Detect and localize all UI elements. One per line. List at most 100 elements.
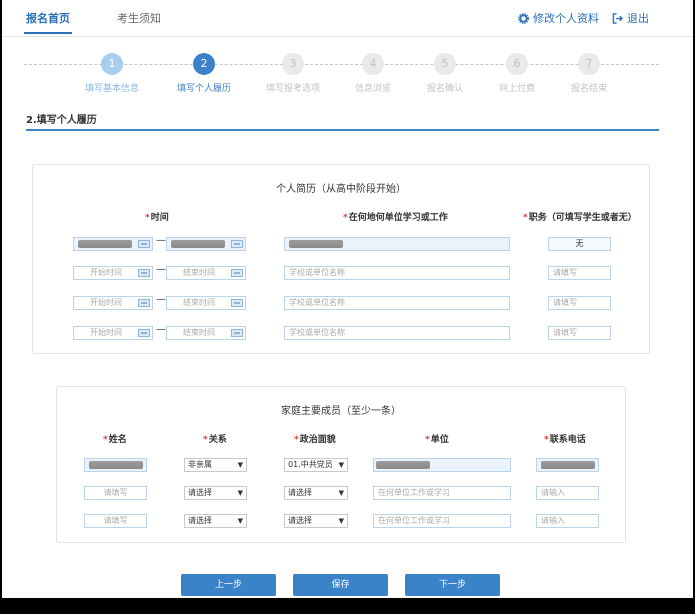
family-header-name-label: 姓名: [108, 435, 127, 445]
calendar-icon[interactable]: [138, 299, 150, 307]
dropdown-arrow-icon: ▼: [237, 517, 243, 525]
step-label: 网上付费: [498, 84, 535, 94]
dropdown-arrow-icon: ▼: [338, 461, 344, 469]
family-relation-select-1[interactable]: 非亲属 ▼: [184, 458, 247, 472]
resume-header-place-label: 在何地何单位学习或工作: [348, 213, 448, 223]
family-unit-2[interactable]: 在何单位工作或学习: [373, 486, 511, 500]
family-title: 家庭主要成员（至少一条）: [281, 406, 401, 417]
step-3: 3 填写报考选项: [253, 50, 333, 94]
family-phone-3[interactable]: 请输入: [536, 514, 599, 528]
tab-notice[interactable]: 考生须知: [117, 10, 161, 26]
logout-icon: [612, 12, 623, 24]
placeholder-text: 开始时间: [90, 298, 122, 307]
family-header-name: *姓名: [103, 435, 127, 445]
dropdown-arrow-icon: ▼: [338, 517, 344, 525]
resume-start-date-3[interactable]: 开始时间: [73, 296, 153, 310]
step-label: 填写个人履历: [176, 84, 231, 94]
redacted-value: [89, 461, 143, 469]
family-header-phone: *联系电话: [544, 435, 586, 445]
step-4: 4 信息浏览: [333, 50, 413, 94]
redacted-value: [541, 461, 595, 469]
select-value: 01.中共党员: [288, 460, 333, 469]
resume-title: 个人简历（从高中阶段开始）: [276, 184, 406, 195]
family-panel: 家庭主要成员（至少一条） *姓名 *关系 *政治面貌 *单位 *联系电话 非亲属…: [56, 386, 626, 543]
dropdown-arrow-icon: ▼: [237, 489, 243, 497]
resume-start-date-2[interactable]: 开始时间: [73, 266, 153, 280]
family-unit-1[interactable]: [373, 458, 511, 472]
resume-place-4[interactable]: 学校或单位名称: [284, 326, 510, 340]
family-name-1[interactable]: [84, 458, 147, 472]
family-phone-1[interactable]: [536, 458, 599, 472]
prev-step-button[interactable]: 上一步: [181, 574, 276, 596]
resume-end-date-4[interactable]: 结束时间: [166, 326, 246, 340]
dropdown-arrow-icon: ▼: [237, 461, 243, 469]
calendar-icon[interactable]: [231, 329, 243, 337]
step-circle: 3: [282, 53, 304, 75]
family-political-select-3[interactable]: 请选择 ▼: [284, 514, 348, 528]
redacted-value: [289, 240, 343, 248]
resume-end-date-1[interactable]: [166, 237, 246, 251]
date-separator: —: [156, 324, 166, 335]
family-political-select-1[interactable]: 01.中共党员 ▼: [284, 458, 348, 472]
step-circle: 4: [362, 53, 384, 75]
top-nav: 报名首页 考生须知 修改个人资料 退出: [2, 0, 693, 37]
resume-position-1[interactable]: 无: [548, 237, 611, 251]
tab-home[interactable]: 报名首页: [24, 10, 72, 34]
resume-position-2[interactable]: 请填写: [548, 266, 611, 280]
step-label: 填写报考选项: [265, 84, 320, 94]
family-header-phone-label: 联系电话: [549, 435, 586, 445]
family-header-relation: *关系: [203, 435, 227, 445]
family-relation-select-3[interactable]: 请选择 ▼: [184, 514, 247, 528]
placeholder-text: 结束时间: [183, 268, 215, 277]
resume-header-position-label: 职务（可填写学生或者无）: [528, 213, 637, 223]
step-label: 报名确认: [426, 84, 463, 94]
next-step-button[interactable]: 下一步: [405, 574, 500, 596]
family-name-2[interactable]: 请填写: [84, 486, 147, 500]
family-phone-2[interactable]: 请输入: [536, 486, 599, 500]
step-1: 1 填写基本信息: [72, 50, 152, 94]
family-unit-3[interactable]: 在何单位工作或学习: [373, 514, 511, 528]
resume-place-1[interactable]: [284, 237, 510, 251]
resume-end-date-3[interactable]: 结束时间: [166, 296, 246, 310]
dropdown-arrow-icon: ▼: [338, 489, 344, 497]
step-label: 填写基本信息: [84, 84, 139, 94]
family-relation-select-2[interactable]: 请选择 ▼: [184, 486, 247, 500]
edit-profile-label: 修改个人资料: [533, 12, 599, 25]
step-circle: 1: [101, 53, 123, 75]
resume-place-3[interactable]: 学校或单位名称: [284, 296, 510, 310]
calendar-icon[interactable]: [138, 240, 150, 248]
step-circle: 7: [578, 53, 600, 75]
step-5: 5 报名确认: [405, 50, 485, 94]
calendar-icon[interactable]: [231, 269, 243, 277]
calendar-icon[interactable]: [231, 299, 243, 307]
calendar-icon[interactable]: [138, 329, 150, 337]
date-separator: —: [156, 294, 166, 305]
redacted-value: [376, 461, 430, 469]
resume-panel: 个人简历（从高中阶段开始） *时间 *在何地何单位学习或工作 *职务（可填写学生…: [32, 164, 650, 354]
date-separator: —: [156, 235, 166, 246]
logout-label: 退出: [627, 12, 649, 25]
resume-place-2[interactable]: 学校或单位名称: [284, 266, 510, 280]
logout-link[interactable]: 退出: [612, 10, 649, 26]
resume-start-date-4[interactable]: 开始时间: [73, 326, 153, 340]
resume-end-date-2[interactable]: 结束时间: [166, 266, 246, 280]
step-circle: 5: [434, 53, 456, 75]
family-name-3[interactable]: 请填写: [84, 514, 147, 528]
progress-steps: 1 填写基本信息 2 填写个人履历 3 填写报考选项 4 信息浏览 5 报名确认…: [24, 50, 659, 100]
placeholder-text: 开始时间: [90, 328, 122, 337]
family-political-select-2[interactable]: 请选择 ▼: [284, 486, 348, 500]
resume-position-3[interactable]: 请填写: [548, 296, 611, 310]
edit-profile-link[interactable]: 修改个人资料: [518, 10, 599, 26]
resume-position-4[interactable]: 请填写: [548, 326, 611, 340]
calendar-icon[interactable]: [138, 269, 150, 277]
save-button[interactable]: 保存: [293, 574, 388, 596]
section-title: 2.填写个人履历: [26, 115, 97, 126]
resume-start-date-1[interactable]: [73, 237, 153, 251]
gear-icon: [518, 12, 529, 24]
resume-header-time-label: 时间: [150, 213, 169, 223]
calendar-icon[interactable]: [231, 240, 243, 248]
family-header-unit-label: 单位: [430, 435, 449, 445]
step-2: 2 填写个人履历: [164, 50, 244, 94]
page: 报名首页 考生须知 修改个人资料 退出 1 填写基本信息 2 填写个人履历 3 …: [2, 0, 693, 598]
step-7: 7 报名结束: [549, 50, 629, 94]
